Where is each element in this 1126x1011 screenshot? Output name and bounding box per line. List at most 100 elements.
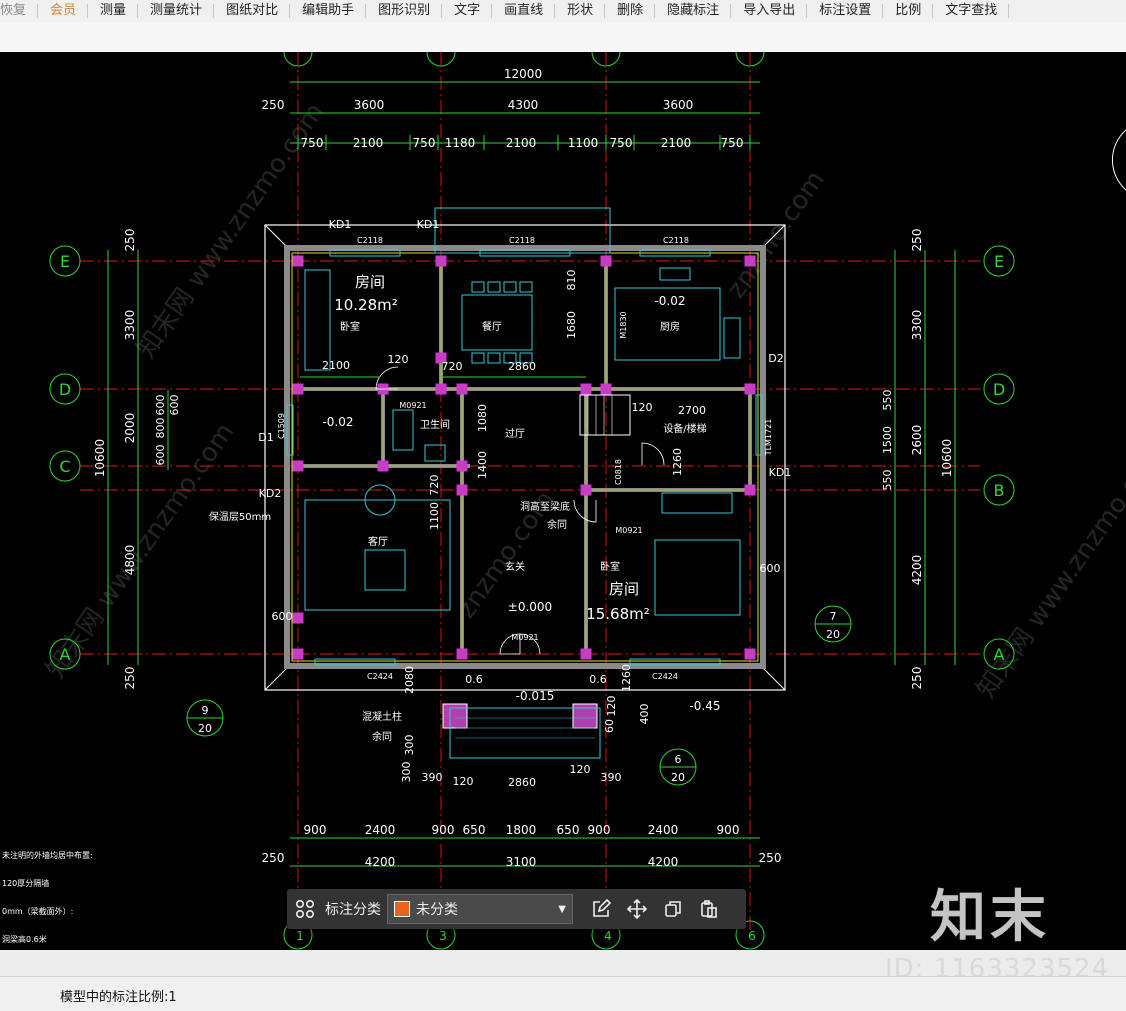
- dim-left-sub: 800: [154, 418, 167, 439]
- column-note: 混凝土柱: [362, 710, 402, 723]
- menu-item-15[interactable]: 比例: [883, 0, 934, 22]
- inner-dim: 120: [570, 763, 591, 776]
- opening-tag: C2424: [652, 672, 678, 681]
- opening-tag: C1509: [277, 413, 286, 439]
- door-swing: [641, 442, 665, 466]
- menu-item-13[interactable]: 导入导出: [731, 0, 808, 22]
- tea-table: [364, 549, 406, 591]
- menu-item-6[interactable]: 编辑助手: [290, 0, 367, 22]
- column: [744, 484, 756, 496]
- axis-label-left: D: [59, 380, 71, 399]
- dim-right-sub: 550: [881, 470, 894, 491]
- menu-item-2[interactable]: 会员: [38, 0, 89, 22]
- menu-item-14[interactable]: 标注设置: [807, 0, 884, 22]
- column-note-2: 余同: [372, 730, 392, 743]
- menu-item-9[interactable]: 画直线: [492, 0, 556, 22]
- column: [292, 255, 304, 267]
- column: [292, 460, 304, 472]
- room1-type: 卧室: [340, 320, 360, 333]
- menu-item-7[interactable]: 图形识别: [366, 0, 443, 22]
- opening-tag: KD1: [329, 218, 352, 231]
- axis-label-right: B: [994, 481, 1005, 500]
- dim-top-row3: 750: [301, 136, 324, 150]
- dining-chair: [503, 281, 517, 293]
- inner-dim: 120: [453, 775, 474, 788]
- column: [456, 383, 468, 395]
- opening-tag: M0921: [511, 633, 538, 642]
- column: [456, 648, 468, 660]
- inner-dim: 390: [422, 771, 443, 784]
- menu-item-5[interactable]: 图纸对比: [214, 0, 291, 22]
- menu-item-10[interactable]: 形状: [555, 0, 606, 22]
- inner-dim: 600: [760, 562, 781, 575]
- dim-top-row3: 1100: [568, 136, 599, 150]
- room1-name: 房间: [355, 273, 385, 291]
- wardrobe-2: [661, 492, 733, 514]
- axis-label-left: C: [59, 457, 70, 476]
- room2-name: 房间: [609, 580, 639, 598]
- inner-dim: 0.6: [465, 673, 483, 686]
- floor-plan-drawing[interactable]: 知末网 www.znzmo.com znzmo.com知末网 www.znzmo.…: [0, 52, 1126, 950]
- column: [600, 255, 612, 267]
- dining-label: 餐厅: [482, 320, 502, 333]
- watermark-text: 知末网 www.znzmo.com: [41, 418, 240, 684]
- move-icon[interactable]: [619, 889, 655, 929]
- beam-note-2: 余同: [547, 518, 567, 531]
- opening-tag: D2: [768, 352, 783, 365]
- dim-top-row3: 750: [721, 136, 744, 150]
- menu-item-3[interactable]: 测量: [88, 0, 139, 22]
- dim-bottom-offset: 250: [262, 851, 285, 865]
- left-note: 120厚分隔墙: [2, 878, 49, 888]
- entry-level: ±0.000: [508, 600, 552, 614]
- toilet: [392, 409, 414, 451]
- column: [744, 255, 756, 267]
- inner-dim: 1260: [671, 448, 684, 476]
- dim-top-row2: 3600: [354, 98, 385, 112]
- callout-sheet: 20: [198, 722, 212, 735]
- dim-top-row3: 750: [413, 136, 436, 150]
- dim-right-top-offset: 250: [910, 229, 924, 252]
- paste-icon[interactable]: [691, 889, 727, 929]
- dim-bottom-row1: 2400: [648, 823, 679, 837]
- cad-canvas[interactable]: 知末网 www.znzmo.com znzmo.com 知末网 www.znzmo.…: [0, 52, 1126, 950]
- dim-bottom-row1: 900: [304, 823, 327, 837]
- dim-right-total: 10600: [940, 439, 954, 477]
- copy-icon[interactable]: [655, 889, 691, 929]
- opening-tag: M1830: [619, 311, 628, 338]
- dim-right-bottom-offset: 250: [910, 667, 924, 690]
- inner-dim: 1400: [476, 451, 489, 479]
- dim-bottom-row2: 4200: [365, 855, 396, 869]
- dining-chair: [471, 352, 485, 364]
- inner-dim: 2080: [403, 666, 416, 694]
- category-select[interactable]: 未分类 ▼: [387, 894, 573, 924]
- callout-number: 6: [675, 753, 682, 766]
- menu-item-11[interactable]: 删除: [605, 0, 656, 22]
- menu-item-16[interactable]: 文字查找: [933, 0, 1010, 22]
- opening-tag: KD1: [417, 218, 440, 231]
- dim-top-row3: 2100: [506, 136, 537, 150]
- dim-left-total: 10600: [93, 439, 107, 477]
- inner-dim: 120: [632, 401, 653, 414]
- menu-item-4[interactable]: 测量统计: [138, 0, 215, 22]
- bed: [654, 539, 741, 616]
- inner-dim: 1260: [620, 664, 633, 692]
- dim-top-row2: 4300: [508, 98, 539, 112]
- edit-icon[interactable]: [583, 889, 619, 929]
- category-color-swatch: [394, 901, 410, 917]
- grid-icon[interactable]: [287, 889, 323, 929]
- menu-item-1[interactable]: 恢复: [0, 0, 39, 22]
- stairs-label: 设备/楼梯: [663, 422, 706, 435]
- dining-chair: [471, 281, 485, 293]
- dim-top-row3: 1180: [445, 136, 476, 150]
- category-select-value: 未分类: [416, 902, 458, 918]
- column: [580, 383, 592, 395]
- menu-item-8[interactable]: 文字: [442, 0, 493, 22]
- kitchen-sink: [659, 267, 691, 281]
- dim-right: 2600: [910, 425, 924, 456]
- inner-dim: 2860: [508, 360, 536, 373]
- opening-tag: TLM1721: [764, 419, 773, 457]
- dim-left: 4800: [123, 545, 137, 576]
- toolbar-strip: [0, 22, 1126, 53]
- column: [377, 460, 389, 472]
- menu-item-12[interactable]: 隐藏标注: [655, 0, 732, 22]
